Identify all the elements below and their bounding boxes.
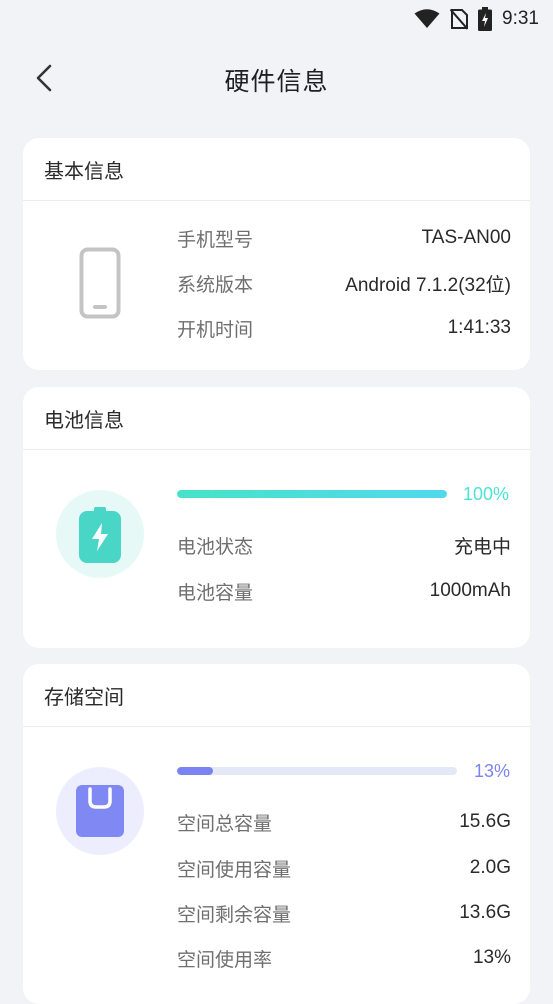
row-storage-usage-rate: 空间使用率 13% bbox=[177, 943, 511, 973]
row-system-version: 系统版本 Android 7.1.2(32位) bbox=[177, 268, 511, 298]
row-battery-capacity: 电池容量 1000mAh bbox=[177, 576, 511, 606]
phone-icon bbox=[79, 247, 121, 323]
storage-progress-percent: 13% bbox=[474, 761, 511, 781]
battery-bolt-icon bbox=[79, 507, 121, 567]
battery-info-card: 电池信息 100% 电池状态 充电中 电池容量 1000mAh bbox=[23, 387, 530, 648]
row-value: 1000mAh bbox=[429, 580, 511, 601]
row-label: 空间总容量 bbox=[177, 812, 273, 835]
row-value: 13% bbox=[472, 947, 511, 968]
row-label: 电池容量 bbox=[177, 581, 254, 604]
row-battery-status: 电池状态 充电中 bbox=[177, 530, 511, 560]
basic-info-card: 基本信息 手机型号 TAS-AN00 系统版本 Android 7.1.2(32… bbox=[23, 138, 530, 370]
no-sim-icon bbox=[450, 8, 469, 30]
battery-charging-icon bbox=[478, 7, 493, 31]
header: 硬件信息 bbox=[0, 52, 553, 108]
row-value: Android 7.1.2(32位) bbox=[345, 274, 511, 296]
row-label: 电池状态 bbox=[177, 535, 254, 558]
storage-card-icon bbox=[76, 785, 124, 841]
row-label: 空间使用容量 bbox=[177, 858, 292, 881]
storage-info-card: 存储空间 13% 空间总容量 15.6G 空间使用容量 2.0G 空间剩余容量 … bbox=[23, 664, 530, 1004]
row-storage-total: 空间总容量 15.6G bbox=[177, 807, 511, 837]
row-label: 空间使用率 bbox=[177, 948, 273, 971]
storage-progress-fill bbox=[177, 767, 214, 775]
status-icons: 9:31 bbox=[414, 6, 539, 32]
status-time: 9:31 bbox=[502, 8, 539, 29]
battery-progress-percent: 100% bbox=[463, 484, 510, 504]
row-value: 15.6G bbox=[459, 811, 511, 832]
battery-info-title: 电池信息 bbox=[23, 387, 530, 450]
row-value: 1:41:33 bbox=[447, 317, 511, 338]
battery-progress-fill bbox=[177, 490, 447, 498]
row-label: 手机型号 bbox=[177, 228, 254, 251]
row-storage-used: 空间使用容量 2.0G bbox=[177, 853, 511, 883]
basic-info-title: 基本信息 bbox=[23, 138, 530, 201]
row-label: 空间剩余容量 bbox=[177, 903, 292, 926]
row-uptime: 开机时间 1:41:33 bbox=[177, 313, 511, 343]
storage-info-title: 存储空间 bbox=[23, 664, 530, 727]
row-label: 系统版本 bbox=[177, 273, 254, 296]
row-storage-free: 空间剩余容量 13.6G bbox=[177, 898, 511, 928]
battery-progress-bar bbox=[177, 490, 447, 498]
row-label: 开机时间 bbox=[177, 318, 254, 341]
row-value: 2.0G bbox=[469, 857, 511, 878]
storage-icon-circle bbox=[56, 767, 144, 855]
wifi-icon bbox=[414, 9, 440, 29]
row-value: 13.6G bbox=[459, 902, 511, 923]
status-bar: 9:31 bbox=[0, 0, 553, 38]
storage-progress-bar bbox=[177, 767, 457, 775]
row-value: TAS-AN00 bbox=[421, 227, 511, 248]
battery-icon-circle bbox=[56, 490, 144, 578]
row-phone-model: 手机型号 TAS-AN00 bbox=[177, 223, 511, 253]
row-value: 充电中 bbox=[453, 535, 511, 558]
page-title: 硬件信息 bbox=[224, 67, 329, 96]
